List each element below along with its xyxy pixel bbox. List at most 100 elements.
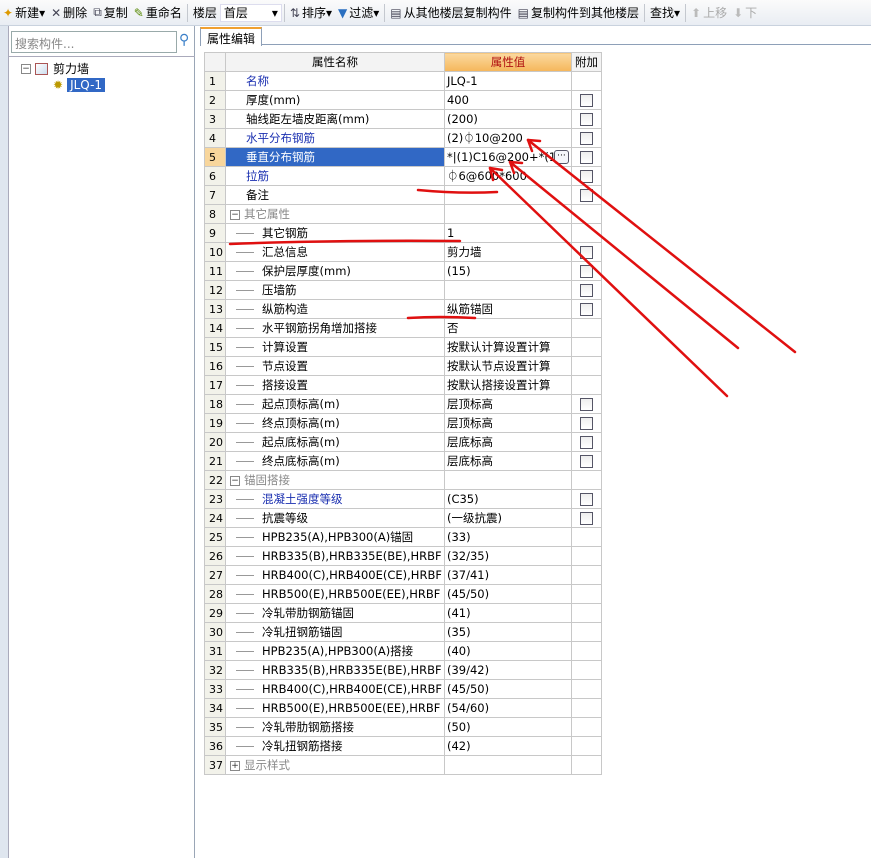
- property-value[interactable]: [443, 185, 572, 205]
- property-name[interactable]: 抗震等级: [225, 508, 445, 528]
- copy-from-floor-button[interactable]: ▤ 从其他楼层复制构件: [387, 2, 514, 24]
- property-name[interactable]: HRB400(C),HRB400E(CE),HRBF: [225, 565, 445, 585]
- property-value[interactable]: (45/50): [443, 584, 572, 604]
- extra-checkbox[interactable]: [579, 283, 593, 297]
- property-name[interactable]: 起点顶标高(m): [225, 394, 445, 414]
- extra-checkbox[interactable]: [579, 131, 593, 145]
- property-name[interactable]: HPB235(A),HPB300(A)搭接: [225, 641, 445, 661]
- property-value[interactable]: (一级抗震): [443, 508, 572, 528]
- rename-button[interactable]: ✎ 重命名: [131, 2, 185, 24]
- property-name[interactable]: 起点底标高(m): [225, 432, 445, 452]
- property-value[interactable]: 按默认节点设置计算: [443, 356, 572, 376]
- property-value[interactable]: (33): [443, 527, 572, 547]
- search-input[interactable]: 搜索构件...: [11, 31, 177, 53]
- table-row[interactable]: 33 HRB400(C),HRB400E(CE),HRBF (45/50): [204, 679, 602, 699]
- property-value[interactable]: JLQ-1: [443, 71, 572, 91]
- property-name[interactable]: HRB500(E),HRB500E(EE),HRBF: [225, 584, 445, 604]
- property-name[interactable]: 终点底标高(m): [225, 451, 445, 471]
- property-name[interactable]: 水平钢筋拐角增加搭接: [225, 318, 445, 338]
- table-row[interactable]: 27 HRB400(C),HRB400E(CE),HRBF (37/41): [204, 565, 602, 585]
- property-name[interactable]: 冷轧带肋钢筋锚固: [225, 603, 445, 623]
- property-value[interactable]: 否: [443, 318, 572, 338]
- find-button[interactable]: 查找 ▾: [647, 2, 683, 24]
- property-name[interactable]: 冷轧扭钢筋锚固: [225, 622, 445, 642]
- property-value[interactable]: (32/35): [443, 546, 572, 566]
- property-value[interactable]: (200): [443, 109, 572, 129]
- property-name[interactable]: 终点顶标高(m): [225, 413, 445, 433]
- property-name[interactable]: + 显示样式: [225, 755, 445, 775]
- table-row[interactable]: 8− 其它属性: [204, 204, 602, 224]
- property-name[interactable]: 搭接设置: [225, 375, 445, 395]
- table-row[interactable]: 36 冷轧扭钢筋搭接 (42): [204, 736, 602, 756]
- collapse-icon[interactable]: −: [230, 475, 240, 486]
- property-value[interactable]: (39/42): [443, 660, 572, 680]
- property-name[interactable]: 水平分布钢筋: [225, 128, 445, 148]
- property-name[interactable]: 轴线距左墙皮距离(mm): [225, 109, 445, 129]
- table-row[interactable]: 9 其它钢筋 1: [204, 223, 602, 243]
- property-name[interactable]: HRB335(B),HRB335E(BE),HRBF: [225, 660, 445, 680]
- table-row[interactable]: 20 起点底标高(m) 层底标高: [204, 432, 602, 452]
- tree-node-jlq1[interactable]: ✹ JLQ-1: [53, 78, 106, 92]
- table-row[interactable]: 22− 锚固搭接: [204, 470, 602, 490]
- table-row[interactable]: 31 HPB235(A),HPB300(A)搭接 (40): [204, 641, 602, 661]
- property-value[interactable]: 层底标高: [443, 432, 572, 452]
- delete-button[interactable]: ✕ 删除: [48, 2, 90, 24]
- table-row[interactable]: 1 名称 JLQ-1: [204, 71, 602, 91]
- property-name[interactable]: 备注: [225, 185, 445, 205]
- collapse-icon[interactable]: −: [230, 209, 240, 220]
- expand-icon[interactable]: +: [230, 760, 240, 771]
- more-options-button[interactable]: ···: [553, 150, 569, 164]
- extra-checkbox[interactable]: [579, 264, 593, 278]
- property-name[interactable]: − 锚固搭接: [225, 470, 445, 490]
- table-row[interactable]: 14 水平钢筋拐角增加搭接 否: [204, 318, 602, 338]
- table-row[interactable]: 21 终点底标高(m) 层底标高: [204, 451, 602, 471]
- property-value[interactable]: (50): [443, 717, 572, 737]
- property-value[interactable]: (41): [443, 603, 572, 623]
- table-row[interactable]: 10 汇总信息 剪力墙: [204, 242, 602, 262]
- property-name[interactable]: 混凝土强度等级: [225, 489, 445, 509]
- sort-button[interactable]: ⇅ 排序 ▾: [287, 2, 335, 24]
- table-row[interactable]: 23 混凝土强度等级 (C35): [204, 489, 602, 509]
- property-name[interactable]: 垂直分布钢筋: [225, 147, 445, 167]
- property-value[interactable]: (54/60): [443, 698, 572, 718]
- property-value[interactable]: [443, 470, 572, 490]
- tab-property-edit[interactable]: 属性编辑: [200, 27, 263, 46]
- property-value[interactable]: (35): [443, 622, 572, 642]
- property-name[interactable]: HRB400(C),HRB400E(CE),HRBF: [225, 679, 445, 699]
- property-value[interactable]: (15): [443, 261, 572, 281]
- property-value[interactable]: ⏀6@600*600: [443, 166, 572, 186]
- property-name[interactable]: 拉筋: [225, 166, 445, 186]
- table-row[interactable]: 15 计算设置 按默认计算设置计算: [204, 337, 602, 357]
- property-name[interactable]: 压墙筋: [225, 280, 445, 300]
- extra-checkbox[interactable]: [579, 511, 593, 525]
- move-up-button[interactable]: ⬆ 上移: [688, 2, 730, 24]
- property-value[interactable]: (37/41): [443, 565, 572, 585]
- property-name[interactable]: − 其它属性: [225, 204, 445, 224]
- property-value[interactable]: *|(1)C16@200+*(1) ···: [443, 147, 572, 167]
- extra-checkbox[interactable]: [579, 188, 593, 202]
- table-row[interactable]: 11 保护层厚度(mm) (15): [204, 261, 602, 281]
- table-row[interactable]: 12 压墙筋: [204, 280, 602, 300]
- table-row[interactable]: 32 HRB335(B),HRB335E(BE),HRBF (39/42): [204, 660, 602, 680]
- copy-to-floor-button[interactable]: ▤ 复制构件到其他楼层: [515, 2, 642, 24]
- property-value[interactable]: 按默认计算设置计算: [443, 337, 572, 357]
- property-value[interactable]: 按默认搭接设置计算: [443, 375, 572, 395]
- property-name[interactable]: 计算设置: [225, 337, 445, 357]
- table-row[interactable]: 7 备注: [204, 185, 602, 205]
- table-row[interactable]: 18 起点顶标高(m) 层顶标高: [204, 394, 602, 414]
- table-row[interactable]: 6 拉筋 ⏀6@600*600: [204, 166, 602, 186]
- extra-checkbox[interactable]: [579, 245, 593, 259]
- table-row[interactable]: 35 冷轧带肋钢筋搭接 (50): [204, 717, 602, 737]
- property-value[interactable]: [443, 280, 572, 300]
- property-name[interactable]: 汇总信息: [225, 242, 445, 262]
- extra-checkbox[interactable]: [579, 416, 593, 430]
- extra-checkbox[interactable]: [579, 150, 593, 164]
- property-name[interactable]: 纵筋构造: [225, 299, 445, 319]
- extra-checkbox[interactable]: [579, 454, 593, 468]
- property-value[interactable]: (2)⏀10@200: [443, 128, 572, 148]
- property-value[interactable]: 剪力墙: [443, 242, 572, 262]
- extra-checkbox[interactable]: [579, 435, 593, 449]
- copy-button[interactable]: ⧉ 复制: [90, 2, 131, 24]
- filter-button[interactable]: ▼ 过滤 ▾: [335, 2, 382, 24]
- table-row[interactable]: 16 节点设置 按默认节点设置计算: [204, 356, 602, 376]
